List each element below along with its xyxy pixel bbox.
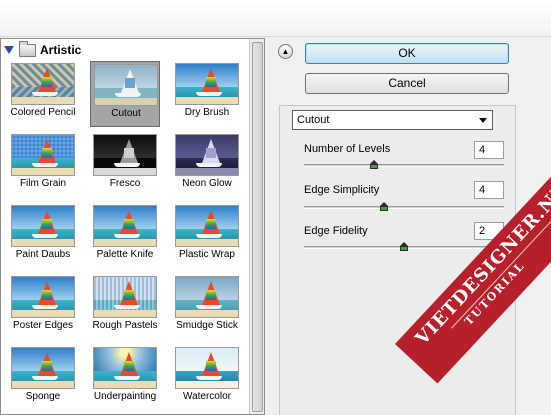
filter-label: Fresco bbox=[109, 178, 141, 189]
number-of-levels-input[interactable]: 4 bbox=[474, 141, 504, 159]
filter-label: Smudge Stick bbox=[176, 320, 238, 331]
number-of-levels-slider[interactable] bbox=[304, 160, 504, 170]
thumbnail-image bbox=[175, 347, 239, 389]
ok-button[interactable]: OK bbox=[305, 43, 509, 64]
edge-simplicity-input[interactable]: 4 bbox=[474, 181, 504, 199]
filter-label: Poster Edges bbox=[12, 320, 74, 331]
folder-icon bbox=[19, 40, 36, 57]
edge-fidelity-slider[interactable] bbox=[304, 242, 504, 252]
thumbnail-image bbox=[11, 63, 75, 105]
filter-thumb-smudge-stick[interactable]: Smudge Stick bbox=[172, 274, 242, 340]
filter-label: Cutout bbox=[111, 108, 141, 119]
filter-thumb-underpainting[interactable]: Underpainting bbox=[90, 345, 160, 411]
filter-thumb-plastic-wrap[interactable]: Plastic Wrap bbox=[172, 203, 242, 269]
thumbnail-image bbox=[175, 63, 239, 105]
filter-select-value: Cutout bbox=[297, 114, 330, 126]
filter-thumb-paint-daubs[interactable]: Paint Daubs bbox=[8, 203, 78, 269]
filter-thumb-film-grain[interactable]: Film Grain bbox=[8, 132, 78, 198]
filter-label: Neon Glow bbox=[182, 178, 232, 189]
thumbnail-image bbox=[93, 347, 157, 389]
filter-thumb-fresco[interactable]: Fresco bbox=[90, 132, 160, 198]
thumbnail-image bbox=[93, 205, 157, 247]
slider-knob[interactable] bbox=[370, 160, 379, 170]
thumbnail-image bbox=[11, 347, 75, 389]
cancel-button[interactable]: Cancel bbox=[305, 73, 509, 94]
thumbnail-image bbox=[93, 276, 157, 318]
thumbnail-image bbox=[175, 276, 239, 318]
filter-thumb-sponge[interactable]: Sponge bbox=[8, 345, 78, 411]
dialog-top-strip bbox=[0, 0, 551, 37]
filter-label: Palette Knife bbox=[96, 249, 154, 260]
filter-thumb-neon-glow[interactable]: Neon Glow bbox=[172, 132, 242, 198]
filter-label: Film Grain bbox=[19, 178, 67, 189]
filter-thumb-watercolor[interactable]: Watercolor bbox=[172, 345, 242, 411]
thumbnail-image bbox=[11, 276, 75, 318]
thumbnail-image bbox=[175, 134, 239, 176]
filter-label: Colored Pencil bbox=[10, 107, 76, 118]
filter-label: Rough Pastels bbox=[92, 320, 158, 331]
filter-thumb-dry-brush[interactable]: Dry Brush bbox=[172, 61, 242, 127]
filter-thumb-colored-pencil[interactable]: Colored Pencil bbox=[8, 61, 78, 127]
category-header-artistic[interactable]: Artistic bbox=[1, 39, 264, 61]
filter-thumb-poster-edges[interactable]: Poster Edges bbox=[8, 274, 78, 340]
filter-thumb-palette-knife[interactable]: Palette Knife bbox=[90, 203, 160, 269]
thumbnail-image bbox=[11, 134, 75, 176]
edge-simplicity-label: Edge Simplicity bbox=[304, 184, 380, 196]
number-of-levels-label: Number of Levels bbox=[304, 143, 391, 155]
filter-label: Dry Brush bbox=[184, 107, 230, 118]
filter-label: Watercolor bbox=[183, 391, 231, 402]
dropdown-arrow-icon bbox=[479, 118, 487, 123]
expand-triangle-icon[interactable] bbox=[4, 46, 14, 54]
thumbnail-image bbox=[175, 205, 239, 247]
category-title: Artistic bbox=[40, 43, 82, 57]
filter-thumb-cutout[interactable]: Cutout bbox=[90, 61, 160, 127]
thumbnail-image bbox=[93, 134, 157, 176]
filter-gallery-panel: Artistic Colored Pencil Cutout Dry Brush Fi… bbox=[0, 38, 265, 415]
thumbnail-image bbox=[94, 64, 158, 106]
filter-label: Underpainting bbox=[93, 391, 157, 402]
filter-label: Plastic Wrap bbox=[179, 249, 235, 260]
edge-simplicity-slider[interactable] bbox=[304, 202, 504, 212]
gallery-scrollbar[interactable] bbox=[249, 39, 264, 414]
filter-label: Sponge bbox=[25, 391, 61, 402]
thumbnail-image bbox=[11, 205, 75, 247]
slider-knob[interactable] bbox=[380, 202, 389, 212]
filter-label: Paint Daubs bbox=[15, 249, 71, 260]
edge-fidelity-label: Edge Fidelity bbox=[304, 225, 368, 237]
slider-knob[interactable] bbox=[400, 242, 409, 252]
collapse-chevron-icon[interactable]: ▲ bbox=[278, 44, 293, 59]
filter-select[interactable]: Cutout bbox=[292, 110, 493, 130]
filter-thumb-rough-pastels[interactable]: Rough Pastels bbox=[90, 274, 160, 340]
scrollbar-thumb[interactable] bbox=[252, 42, 263, 412]
